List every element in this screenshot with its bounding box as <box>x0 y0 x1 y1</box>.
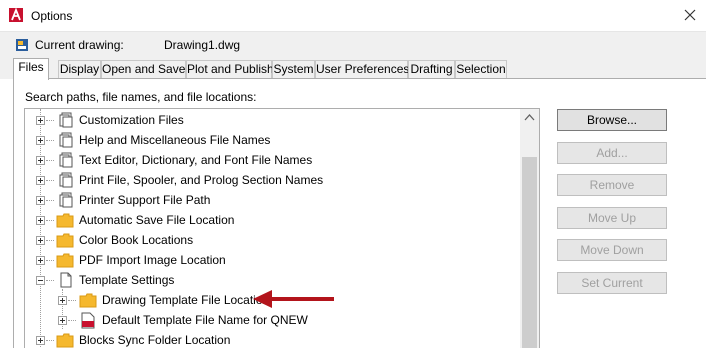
tree-guide-line <box>68 320 76 321</box>
expand-icon[interactable] <box>36 336 45 345</box>
tab-plot-and-publish[interactable]: Plot and Publish <box>186 60 274 79</box>
tree-item-label: Help and Miscellaneous File Names <box>79 133 271 147</box>
tab-system[interactable]: System <box>272 60 315 79</box>
tree-guide-line <box>46 180 54 181</box>
current-drawing-label: Current drawing: <box>35 38 124 52</box>
tree-item-label: Customization Files <box>79 113 184 127</box>
drawing-file-icon <box>16 39 28 51</box>
tree-item-label: Default Template File Name for QNEW <box>102 313 308 327</box>
tree-item-template-settings[interactable]: Template Settings <box>25 270 521 290</box>
tab-open-and-save[interactable]: Open and Save <box>101 60 186 79</box>
close-icon[interactable] <box>681 6 699 24</box>
file-stack-icon <box>59 172 73 188</box>
tree-item-label: Blocks Sync Folder Location <box>79 333 231 347</box>
browse-button[interactable]: Browse... <box>557 109 667 131</box>
tree-item-label: Print File, Spooler, and Prolog Section … <box>79 173 324 187</box>
tree-guide-line <box>68 300 76 301</box>
tree-item-customization-files[interactable]: Customization Files <box>25 110 521 130</box>
dwt-file-icon <box>81 312 95 329</box>
expand-icon[interactable] <box>58 316 67 325</box>
set-current-button[interactable]: Set Current <box>557 272 667 294</box>
tree-item-label: Printer Support File Path <box>79 193 211 207</box>
tab-display[interactable]: Display <box>58 60 101 79</box>
expand-icon[interactable] <box>58 296 67 305</box>
callout-arrow-icon <box>253 290 334 308</box>
tab-strip: Files Display Open and Save Plot and Pub… <box>0 58 706 80</box>
folder-icon <box>56 253 74 268</box>
tree-item-label: Drawing Template File Location <box>102 293 270 307</box>
title-bar: Options <box>0 0 706 32</box>
add-button[interactable]: Add... <box>557 142 667 164</box>
tree-guide-line <box>46 240 54 241</box>
tree-guide-line <box>46 220 54 221</box>
scroll-up-arrow-icon[interactable] <box>520 109 539 126</box>
tree-guide-line <box>46 200 54 201</box>
move-up-button[interactable]: Move Up <box>557 207 667 229</box>
scrollbar-thumb[interactable] <box>522 157 537 348</box>
tree-item-blocks-sync-folder[interactable]: Blocks Sync Folder Location <box>25 330 521 348</box>
tree-item-printer-support-path[interactable]: Printer Support File Path <box>25 190 521 210</box>
expand-icon[interactable] <box>36 176 45 185</box>
tree-guide-line <box>46 260 54 261</box>
file-stack-icon <box>59 192 73 208</box>
tree-item-print-file-names[interactable]: Print File, Spooler, and Prolog Section … <box>25 170 521 190</box>
tab-drafting[interactable]: Drafting <box>408 60 455 79</box>
document-icon <box>60 272 72 288</box>
tree-item-text-editor-files[interactable]: Text Editor, Dictionary, and Font File N… <box>25 150 521 170</box>
expand-icon[interactable] <box>36 136 45 145</box>
tree-item-autosave-location[interactable]: Automatic Save File Location <box>25 210 521 230</box>
tree-guide-line <box>46 340 54 341</box>
autocad-a-icon <box>9 8 23 22</box>
folder-icon <box>79 293 97 308</box>
window-title: Options <box>31 9 73 23</box>
expand-icon[interactable] <box>36 156 45 165</box>
tree-guide-line <box>46 280 54 281</box>
tree-item-pdf-import-location[interactable]: PDF Import Image Location <box>25 250 521 270</box>
expand-icon[interactable] <box>36 236 45 245</box>
tree-item-label: Color Book Locations <box>79 233 194 247</box>
tree-item-color-book-locations[interactable]: Color Book Locations <box>25 230 521 250</box>
remove-button[interactable]: Remove <box>557 174 667 196</box>
tree-item-label: Template Settings <box>79 273 175 287</box>
collapse-icon[interactable] <box>36 276 45 285</box>
file-stack-icon <box>59 152 73 168</box>
file-stack-icon <box>59 112 73 128</box>
tab-user-preferences[interactable]: User Preferences <box>315 60 409 79</box>
tab-selection[interactable]: Selection <box>455 60 507 79</box>
tree-guide-line <box>46 160 54 161</box>
tree-item-label: Text Editor, Dictionary, and Font File N… <box>79 153 313 167</box>
tab-files[interactable]: Files <box>13 58 49 80</box>
expand-icon[interactable] <box>36 116 45 125</box>
file-stack-icon <box>59 132 73 148</box>
tree-guide-line <box>46 140 54 141</box>
expand-icon[interactable] <box>36 256 45 265</box>
expand-icon[interactable] <box>36 196 45 205</box>
current-drawing-name: Drawing1.dwg <box>164 38 241 52</box>
tree-item-label: Automatic Save File Location <box>79 213 235 227</box>
tree-guide-line <box>46 120 54 121</box>
file-locations-tree[interactable]: Customization Files Help and Miscellaneo… <box>24 108 540 348</box>
search-paths-label: Search paths, file names, and file locat… <box>25 90 257 104</box>
tree-item-help-misc-files[interactable]: Help and Miscellaneous File Names <box>25 130 521 150</box>
tree-item-default-template-qnew[interactable]: Default Template File Name for QNEW <box>25 310 521 330</box>
tree-scrollbar[interactable] <box>520 109 539 348</box>
tree-item-label: PDF Import Image Location <box>79 253 226 267</box>
folder-icon <box>56 333 74 348</box>
current-drawing-row: Current drawing: Drawing1.dwg <box>0 32 706 58</box>
folder-icon <box>56 233 74 248</box>
expand-icon[interactable] <box>36 216 45 225</box>
folder-icon <box>56 213 74 228</box>
move-down-button[interactable]: Move Down <box>557 239 667 261</box>
